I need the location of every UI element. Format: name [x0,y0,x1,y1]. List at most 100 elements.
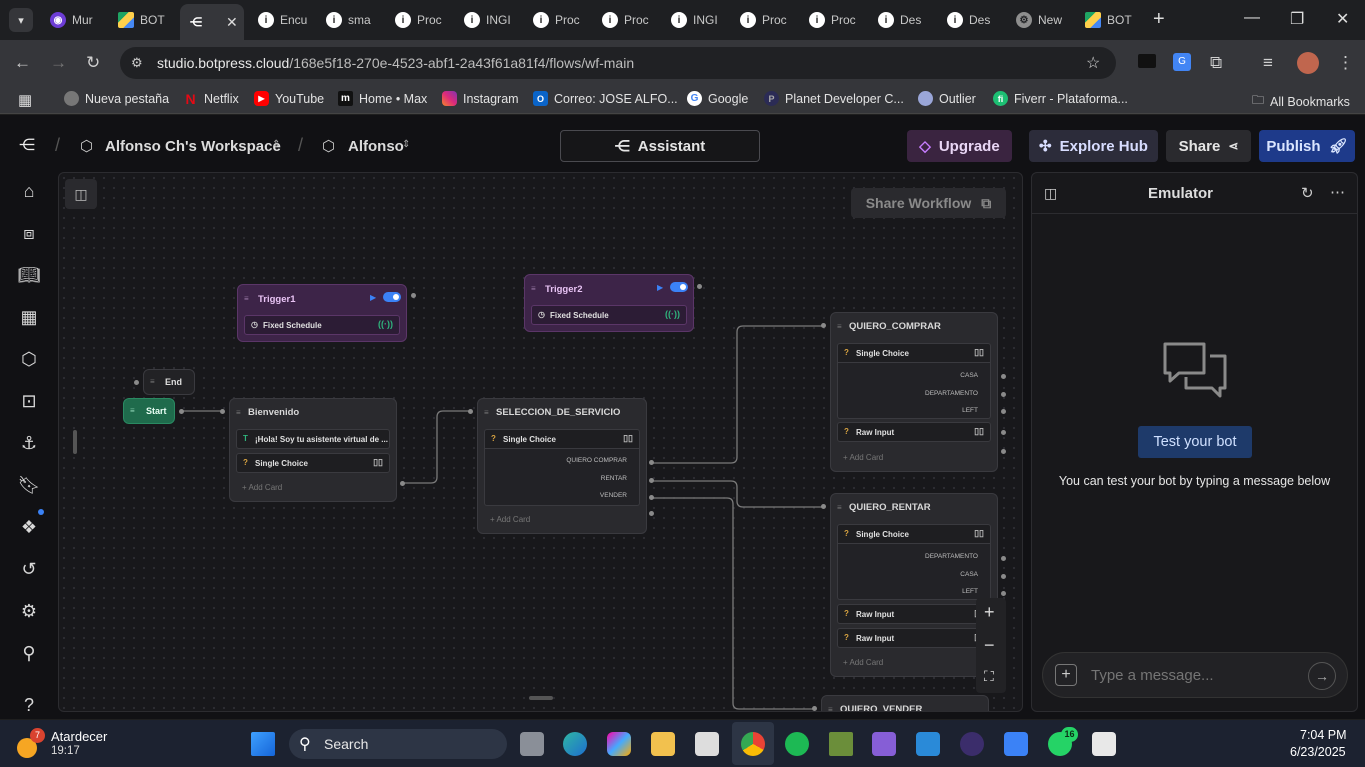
browser-tab[interactable]: i sma [318,6,376,34]
flow-canvas[interactable]: ◫ Share Workflow ⧉ ≡ Trigger1 ▶ ◷ Fixed Sc… [58,172,1023,712]
node-port[interactable] [1001,591,1006,596]
back-icon[interactable]: ← [14,53,31,73]
fixed-schedule-card[interactable]: ◷ Fixed Schedule ((·)) [531,305,687,325]
node-port[interactable] [821,323,826,328]
fixed-schedule-card[interactable]: ◷ Fixed Schedule ((·)) [244,315,400,335]
node-port[interactable] [1001,392,1006,397]
add-card-button[interactable]: + Add Card [490,515,530,524]
single-choice-card[interactable]: ? Single Choice ▯▯ [236,453,390,473]
clock-time[interactable]: 7:04 PM [1300,728,1347,742]
bookmark-item[interactable]: O Correo: JOSE ALFO... [533,91,678,106]
collapse-panel-icon[interactable]: ◫ [1044,185,1057,202]
copilot-icon[interactable] [607,732,631,756]
browser-tab[interactable]: i Encu [250,6,308,34]
botpress-logo-icon[interactable]: ⋲ [19,135,35,155]
integrations-icon[interactable]: ❖ [18,516,40,538]
address-bar[interactable]: ⚙ studio.botpress.cloud/168e5f18-270e-45… [120,47,1116,79]
browser-tab[interactable]: i Proc [594,6,652,34]
raw-input-card[interactable]: ?Raw Input▯▯ [837,628,991,648]
home-icon[interactable]: ⌂ [18,180,40,202]
browser-tab[interactable]: ◉ Mur [42,6,108,34]
quiero-comprar-node[interactable]: ≡ QUIERO_COMPRAR ? Single Choice ▯▯ CASA D… [830,312,998,472]
settings-gear-icon[interactable]: ⚙ [18,600,40,622]
test-your-bot-button[interactable]: Test your bot [1138,426,1252,458]
chevron-updown-icon[interactable]: ⇕ [272,139,280,150]
apps-grid-icon[interactable]: ▦ [18,91,32,109]
visual-studio-icon[interactable] [872,732,896,756]
bookmark-item[interactable]: Nueva pestaña [64,91,169,106]
browser-tab[interactable]: i Proc [387,6,445,34]
single-choice-card[interactable]: ? Single Choice ▯▯ [484,429,640,449]
browser-tab[interactable]: i Proc [525,6,583,34]
bookmark-item[interactable]: P Planet Developer C... [764,91,904,106]
task-view-icon[interactable] [520,732,544,756]
bookmark-item[interactable]: Outlier [918,91,976,106]
profile-avatar[interactable] [1297,52,1319,74]
quiero-vender-node[interactable]: ≡ QUIERO_VENDER [821,695,989,711]
close-window-icon[interactable]: ✕ [1336,9,1349,29]
text-card[interactable]: T ¡Hola! Soy tu asistente virtual de ... [236,429,390,449]
minimize-icon[interactable]: — [1244,9,1260,27]
node-port[interactable] [411,293,416,298]
clock-date[interactable]: 6/23/2025 [1290,745,1346,759]
node-port[interactable] [179,409,184,414]
quiero-rentar-node[interactable]: ≡ QUIERO_RENTAR ? Single Choice ▯▯ DEPARTA… [830,493,998,677]
minecraft-icon[interactable] [829,732,853,756]
add-card-button[interactable]: + Add Card [242,483,282,492]
start-node[interactable]: ≡ Start [123,398,175,424]
bienvenido-node[interactable]: ≡ Bienvenido T ¡Hola! Soy tu asistente vi… [229,398,397,502]
anchor-icon[interactable]: ⚓︎ [18,432,40,454]
send-icon[interactable]: → [1308,662,1336,690]
add-card-button[interactable]: + Add Card [843,453,883,462]
node-port[interactable] [1001,574,1006,579]
drag-grip-icon[interactable]: ≡ [130,406,135,415]
trigger1-node[interactable]: ≡ Trigger1 ▶ ◷ Fixed Schedule ((·)) [237,284,407,342]
bookmark-star-icon[interactable]: ☆ [1086,53,1100,73]
browser-tab[interactable]: i INGI [456,6,514,34]
forward-icon[interactable]: → [50,53,67,73]
site-settings-icon[interactable]: ⚙ [131,55,143,71]
assistant-button[interactable]: ⋲ Assistant [560,130,760,162]
play-icon[interactable]: ▶ [657,283,663,292]
node-port[interactable] [697,284,702,289]
node-port[interactable] [1001,556,1006,561]
node-port[interactable] [1001,449,1006,454]
browser-tab[interactable]: i INGI [663,6,721,34]
tab-search-button[interactable]: ▾ [9,8,33,32]
raw-input-card[interactable]: ?Raw Input▯▯ [837,604,991,624]
upgrade-button[interactable]: ◇ Upgrade [907,130,1012,162]
node-port[interactable] [134,380,139,385]
windows-start-icon[interactable] [251,732,275,756]
microsoft-store-icon[interactable] [695,732,719,756]
edge-icon[interactable] [563,732,587,756]
explore-hub-button[interactable]: ✣ Explore Hub [1029,130,1158,162]
node-port[interactable] [812,706,817,711]
bot-switcher[interactable]: Alfonso [348,138,404,155]
more-icon[interactable]: ⋯ [1330,183,1345,201]
play-icon[interactable]: ▶ [370,293,376,302]
refresh-icon[interactable]: ↻ [1301,184,1314,202]
browser-tab[interactable]: i Des [939,6,997,34]
browser-tab[interactable]: BOT [1077,6,1143,34]
share-button[interactable]: Share ⋖ [1166,130,1251,162]
vscode-icon[interactable] [916,732,940,756]
extensions-puzzle-icon[interactable]: ⧉ [1210,53,1222,73]
app-icon[interactable] [960,732,984,756]
drag-grip-icon[interactable]: ≡ [531,284,536,293]
seleccion-node[interactable]: ≡ SELECCION_DE_SERVICIO ? Single Choice ▯▯… [477,398,647,534]
translate-extension-icon[interactable]: G [1173,53,1191,71]
bookmark-item[interactable]: Instagram [442,91,519,106]
bot-icon[interactable]: ⊡ [18,390,40,412]
browser-tab[interactable]: BOT [110,6,176,34]
new-tab-button[interactable]: + [1153,8,1165,31]
node-port[interactable] [1001,430,1006,435]
node-port[interactable] [649,478,654,483]
drag-grip-icon[interactable]: ≡ [828,705,833,711]
media-control-icon[interactable]: ≡ [1263,53,1273,73]
trigger-toggle[interactable] [670,282,688,292]
trigger2-node[interactable]: ≡ Trigger2 ▶ ◷ Fixed Schedule ((·)) [524,274,694,332]
node-port[interactable] [649,495,654,500]
add-card-button[interactable]: + Add Card [843,658,883,667]
zoom-out-icon[interactable]: − [984,635,995,656]
node-port[interactable] [649,511,654,516]
